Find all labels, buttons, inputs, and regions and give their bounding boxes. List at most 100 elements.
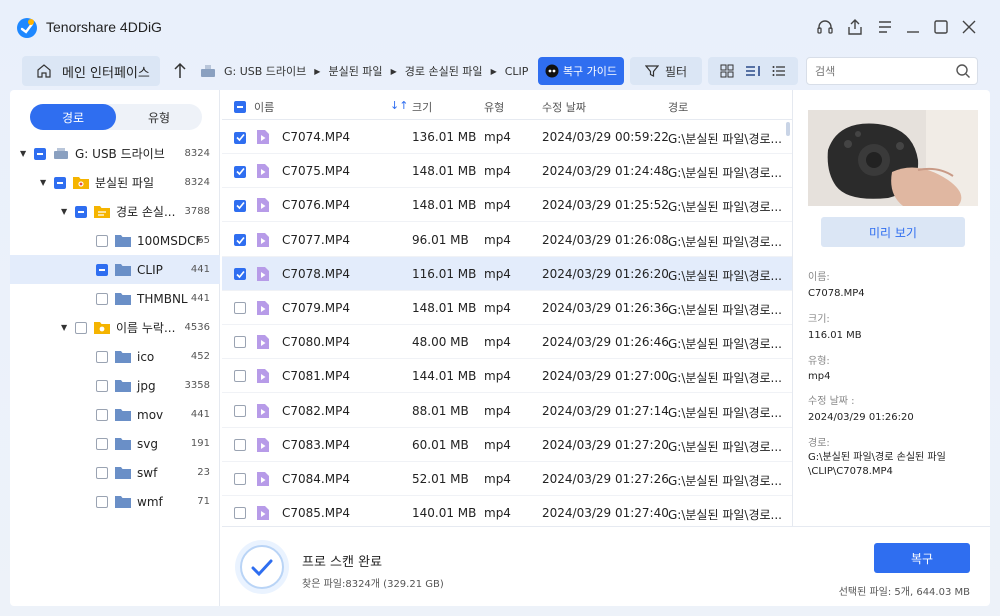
view-switch: 경로 유형 [30,104,202,130]
checkbox[interactable] [96,437,108,450]
tree-item-ico[interactable]: ico 452 [10,342,220,371]
column-name[interactable]: 이름 [254,99,274,115]
row-checkbox[interactable] [234,234,246,247]
tree-item-thmbnl[interactable]: THMBNL 441 [10,284,220,313]
tree-item-jpg[interactable]: jpg 3358 [10,371,220,400]
row-checkbox[interactable] [234,268,246,281]
file-modified: 2024/03/29 01:27:14 [542,403,669,418]
caret-down-icon[interactable]: ▼ [61,207,71,216]
file-modified: 2024/03/29 01:27:00 [542,369,669,384]
recover-button[interactable]: 복구 [874,543,970,573]
checkbox[interactable] [75,321,87,334]
column-modified[interactable]: 수정 날짜 [542,99,586,115]
share-icon[interactable] [844,16,866,38]
tab-path[interactable]: 경로 [30,104,116,130]
tree-item-name-missing[interactable]: ▼ 이름 누락... 4536 [10,313,220,342]
checkbox[interactable] [96,350,108,363]
row-checkbox[interactable] [234,131,246,144]
maximize-icon[interactable] [930,16,952,38]
file-type: mp4 [484,164,511,179]
tab-type[interactable]: 유형 [116,104,202,130]
caret-down-icon[interactable]: ▼ [40,178,50,187]
checkbox[interactable] [75,205,87,218]
checkbox[interactable] [96,292,108,305]
file-path: G:\분실된 파일\경로... [668,405,782,420]
chevron-right-icon: ▶ [390,66,397,76]
checkbox[interactable] [96,263,108,276]
main-panel: 경로 유형 ▼ G: USB 드라이브 8324 ▼ 분실된 파일 8324 ▼ [10,90,990,606]
tree-item-usb-drive[interactable]: ▼ G: USB 드라이브 8324 [10,139,220,168]
row-checkbox[interactable] [234,404,246,417]
table-row[interactable]: C7080.MP4 48.00 MB mp4 2024/03/29 01:26:46 G… [222,325,792,360]
column-size[interactable]: 크기 [412,99,432,115]
table-row[interactable]: C7085.MP4 140.01 MB mp4 2024/03/29 01:27:40… [222,496,792,526]
checkbox[interactable] [96,408,108,421]
caret-down-icon[interactable]: ▼ [20,149,30,158]
table-row[interactable]: C7079.MP4 148.01 MB mp4 2024/03/29 01:26:36… [222,291,792,325]
file-modified: 2024/03/29 01:27:40 [542,506,669,521]
recovery-guide-button[interactable]: 복구 가이드 [538,57,624,85]
table-row[interactable]: C7077.MP4 96.01 MB mp4 2024/03/29 01:26:08 G… [222,223,792,257]
caret-down-icon[interactable]: ▼ [61,323,71,332]
tree-item-clip[interactable]: CLIP 441 [10,255,220,284]
sort-icon[interactable]: ↓↑ [390,99,408,112]
tree-item-path-lost[interactable]: ▼ 경로 손실... 3788 [10,197,220,226]
checkbox[interactable] [96,466,108,479]
column-path[interactable]: 경로 [668,99,688,115]
tree-item-lost-files[interactable]: ▼ 분실된 파일 8324 [10,168,220,197]
table-row[interactable]: C7078.MP4 116.01 MB mp4 2024/03/29 01:26:20… [222,256,792,291]
minimize-icon[interactable] [902,16,924,38]
checkbox[interactable] [54,176,66,189]
up-arrow-icon[interactable] [170,60,190,82]
tree-item-svg[interactable]: svg 191 [10,429,220,458]
file-size: 148.01 MB [412,198,477,213]
tree-item-100msdcf[interactable]: 100MSDCF 65 [10,226,220,255]
home-button[interactable]: 메인 인터페이스 [22,56,160,86]
row-checkbox[interactable] [234,438,246,451]
tree-item-count: 441 [190,264,210,275]
row-checkbox[interactable] [234,165,246,178]
grid-view-icon[interactable] [719,63,735,79]
file-name: C7075.MP4 [282,164,350,179]
row-checkbox[interactable] [234,302,246,314]
search-icon[interactable] [955,63,971,79]
column-type[interactable]: 유형 [484,99,504,115]
table-row[interactable]: C7074.MP4 136.01 MB mp4 2024/03/29 00:59:22… [222,120,792,154]
support-headset-icon[interactable] [814,16,836,38]
row-checkbox[interactable] [234,473,246,485]
row-checkbox[interactable] [234,370,246,383]
preview-button[interactable]: 미리 보기 [821,217,965,247]
breadcrumb-item[interactable]: 경로 손실된 파일 [405,63,483,79]
table-row[interactable]: C7075.MP4 148.01 MB mp4 2024/03/29 01:24:48… [222,154,792,189]
row-checkbox[interactable] [234,336,246,349]
table-row[interactable]: C7084.MP4 52.01 MB mp4 2024/03/29 01:27:26 G… [222,462,792,496]
table-scrollbar[interactable] [786,122,790,136]
row-checkbox[interactable] [234,199,246,212]
file-size: 52.01 MB [412,472,469,486]
select-all-checkbox[interactable] [234,98,253,113]
checkbox[interactable] [96,495,108,508]
checkbox[interactable] [96,379,108,392]
breadcrumb-item[interactable]: G: USB 드라이브 [224,63,306,79]
table-row[interactable]: C7076.MP4 148.01 MB mp4 2024/03/29 01:25:52… [222,188,792,223]
file-name: C7082.MP4 [282,403,350,418]
close-icon[interactable] [958,16,980,38]
detail-view-icon[interactable] [744,63,762,79]
table-row[interactable]: C7083.MP4 60.01 MB mp4 2024/03/29 01:27:20 G… [222,428,792,462]
menu-icon[interactable] [874,16,896,38]
checkbox[interactable] [34,147,46,160]
row-checkbox[interactable] [234,507,246,520]
filter-button[interactable]: 필터 [630,57,702,85]
search-input[interactable] [807,58,947,84]
breadcrumb-item[interactable]: 분실된 파일 [328,63,382,79]
breadcrumb-item[interactable]: CLIP [505,65,529,78]
tree-item-wmf[interactable]: wmf 71 [10,487,220,516]
table-row[interactable]: C7081.MP4 144.01 MB mp4 2024/03/29 01:27:00… [222,359,792,394]
tree-item-swf[interactable]: swf 23 [10,458,220,487]
table-row[interactable]: C7082.MP4 88.01 MB mp4 2024/03/29 01:27:14 G… [222,394,792,428]
file-size: 48.00 MB [412,335,469,350]
list-view-icon[interactable] [771,63,787,79]
checkbox[interactable] [96,234,108,247]
tree-item-mov[interactable]: mov 441 [10,400,220,429]
scan-complete-title: 프로 스캔 완료 [302,555,383,570]
